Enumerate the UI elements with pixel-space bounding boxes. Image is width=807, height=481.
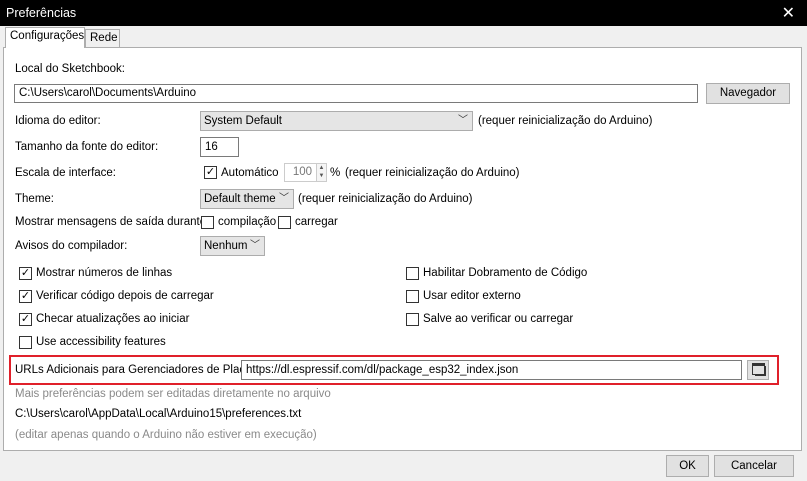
tab-strip: Configurações Rede	[0, 26, 807, 48]
external-editor-checkbox[interactable]	[406, 290, 419, 303]
show-line-numbers-label: Mostrar números de linhas	[36, 267, 173, 279]
scale-unit: %	[330, 167, 341, 179]
tab-rede[interactable]: Rede	[85, 29, 120, 47]
code-folding-label: Habilitar Dobramento de Código	[423, 267, 588, 279]
cancel-button[interactable]: Cancelar	[714, 455, 794, 477]
check-updates-label: Checar atualizações ao iniciar	[36, 313, 190, 325]
editor-language-label: Idioma do editor:	[15, 115, 101, 127]
verbose-compile-label: compilação	[218, 216, 277, 228]
save-on-verify-checkbox[interactable]	[406, 313, 419, 326]
verify-after-upload-label: Verificar código depois de carregar	[36, 290, 214, 302]
window-list-icon	[751, 362, 765, 375]
scale-percent-input[interactable]: 100	[284, 163, 317, 182]
check-updates-checkbox[interactable]: ✓	[19, 313, 32, 326]
preferences-path: C:\Users\carol\AppData\Local\Arduino15\p…	[15, 408, 302, 420]
chevron-down-icon: ﹀	[458, 115, 468, 126]
editor-language-select[interactable]: System Default ﹀	[200, 111, 473, 131]
auto-scale-checkbox[interactable]: ✓	[204, 166, 217, 179]
interface-scale-note: (requer reinicialização do Arduino)	[345, 167, 520, 179]
accessibility-label: Use accessibility features	[36, 336, 166, 348]
board-urls-label: URLs Adicionais para Gerenciadores de Pl…	[15, 364, 261, 376]
theme-label: Theme:	[15, 193, 54, 205]
window-title: Preferências	[6, 6, 77, 20]
scale-spinner-arrows[interactable]: ▲ ▼	[316, 163, 327, 182]
compiler-warnings-value: Nenhum	[204, 240, 248, 252]
chevron-down-icon: ﹀	[279, 193, 289, 204]
verify-after-upload-checkbox[interactable]: ✓	[19, 290, 32, 303]
accessibility-checkbox[interactable]	[19, 336, 32, 349]
font-size-label: Tamanho da fonte do editor:	[15, 141, 159, 153]
compiler-warnings-select[interactable]: Nenhum ﹀	[200, 236, 265, 256]
interface-scale-label: Escala de interface:	[15, 167, 117, 179]
sketchbook-path-input[interactable]: C:\Users\carol\Documents\Arduino	[14, 84, 698, 103]
font-size-input[interactable]: 16	[200, 137, 239, 157]
compiler-warnings-label: Avisos do compilador:	[15, 240, 128, 252]
close-icon[interactable]: ✕	[782, 3, 795, 23]
editor-language-note: (requer reinicialização do Arduino)	[478, 115, 653, 127]
verbose-output-label: Mostrar mensagens de saída durante:	[15, 216, 210, 228]
ok-button[interactable]: OK	[666, 455, 709, 477]
code-folding-checkbox[interactable]	[406, 267, 419, 280]
show-line-numbers-checkbox[interactable]: ✓	[19, 267, 32, 280]
board-urls-input[interactable]: https://dl.espressif.com/dl/package_esp3…	[241, 360, 742, 380]
more-prefs-text: Mais preferências podem ser editadas dir…	[15, 388, 331, 400]
verbose-upload-checkbox[interactable]	[278, 216, 291, 229]
theme-value: Default theme	[204, 193, 276, 205]
edit-note-text: (editar apenas quando o Arduino não esti…	[15, 429, 317, 441]
chevron-down-icon: ﹀	[250, 240, 260, 251]
editor-language-value: System Default	[204, 115, 282, 127]
title-bar: Preferências ✕	[0, 0, 807, 26]
save-on-verify-label: Salve ao verificar ou carregar	[423, 313, 574, 325]
theme-note: (requer reinicialização do Arduino)	[298, 193, 473, 205]
sketchbook-label: Local do Sketchbook:	[15, 63, 125, 75]
board-urls-edit-button[interactable]	[747, 360, 769, 380]
theme-select[interactable]: Default theme ﹀	[200, 189, 294, 209]
browse-button[interactable]: Navegador	[706, 83, 790, 104]
verbose-compile-checkbox[interactable]	[201, 216, 214, 229]
external-editor-label: Usar editor externo	[423, 290, 521, 302]
auto-scale-label: Automático	[221, 167, 279, 179]
tab-configuracoes[interactable]: Configurações	[5, 27, 85, 48]
verbose-upload-label: carregar	[295, 216, 338, 228]
